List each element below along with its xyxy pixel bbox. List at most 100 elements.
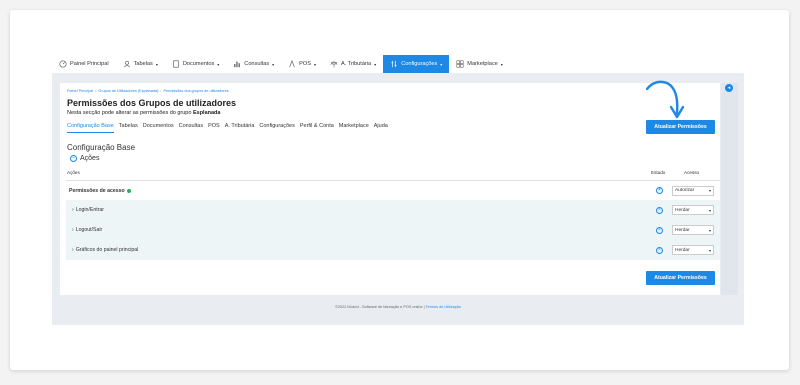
- settings-icon: [390, 60, 398, 68]
- curved-arrow-icon: [645, 80, 685, 119]
- subtitle-group: Esplanada: [192, 110, 221, 116]
- nav-painel-principal[interactable]: Painel Principal: [52, 55, 116, 73]
- bullet-icon: ›: [72, 247, 74, 253]
- chevron-down-icon: ▾: [314, 61, 317, 67]
- access-select[interactable]: Herdar ▾: [672, 205, 714, 215]
- state-icon[interactable]: ×: [656, 206, 663, 214]
- footer-text: ©2022 Moloni - Software de faturação e P…: [335, 305, 423, 309]
- grid-icon: [456, 60, 464, 68]
- table-row: › Logout/Sair × Herdar ▾: [66, 220, 720, 240]
- tab-configuracoes[interactable]: Configurações: [259, 123, 294, 133]
- chevron-down-icon: ▾: [217, 61, 220, 67]
- nav-label: Painel Principal: [70, 61, 109, 67]
- state-icon[interactable]: ×: [656, 246, 663, 254]
- bar-chart-icon: [233, 60, 241, 68]
- access-select[interactable]: Herdar ▾: [672, 245, 714, 255]
- terms-link[interactable]: Termos de Utilização: [426, 305, 461, 309]
- table-row: › Login/Entrar × Herdar ▾: [66, 200, 720, 220]
- page-title: Permissões dos Grupos de utilizadores: [67, 98, 237, 108]
- breadcrumb-item[interactable]: Painel Principal: [67, 89, 93, 93]
- column-header-acesso: Acesso: [684, 170, 700, 175]
- row-label: › Login/Entrar: [72, 207, 104, 213]
- nav-label: POS: [299, 61, 311, 67]
- document-icon: [172, 60, 180, 68]
- row-label: › Logout/Sair: [72, 227, 102, 233]
- access-select[interactable]: Autorizar ▾: [672, 185, 714, 196]
- chevron-down-icon: ▾: [272, 61, 275, 67]
- collapse-icon: −: [70, 155, 77, 162]
- chevron-down-icon: ▾: [500, 61, 503, 67]
- access-select-value: Herdar: [675, 207, 690, 213]
- chevron-down-icon: ▾: [155, 61, 158, 67]
- chevron-down-icon: ▾: [708, 188, 711, 193]
- scale-icon: [330, 60, 338, 68]
- column-header-estado: Estado: [651, 170, 666, 175]
- row-label-text: Gráficos do painel principal: [75, 247, 139, 253]
- top-navbar: Painel Principal Tabelas ▾ Documentos ▾ …: [52, 55, 744, 73]
- access-select[interactable]: Herdar ▾: [672, 225, 714, 235]
- access-select-value: Herdar: [675, 227, 690, 233]
- chevron-down-icon: ▾: [708, 247, 711, 253]
- table-row: › Gráficos do painel principal × Herdar …: [66, 240, 720, 260]
- side-strip: [721, 83, 738, 295]
- pos-icon: [288, 60, 296, 68]
- footer: ©2022 Moloni - Software de faturação e P…: [52, 305, 744, 309]
- tab-perfil-conta[interactable]: Perfil & Conta: [300, 123, 334, 133]
- tab-pos[interactable]: POS: [208, 123, 220, 133]
- row-label: Permissões de acesso: [69, 188, 131, 194]
- section-title: Configuração Base: [67, 143, 136, 152]
- column-header-acoes: Ações: [67, 170, 80, 175]
- row-label-text: Logout/Sair: [75, 227, 103, 233]
- tab-marketplace[interactable]: Marketplace: [339, 123, 369, 133]
- permission-tabs: Configuração Base Tabelas Documentos Con…: [67, 123, 388, 133]
- check-icon: [126, 188, 131, 193]
- breadcrumb-separator: /: [95, 89, 97, 93]
- nav-a-tributaria[interactable]: A. Tributária ▾: [323, 55, 383, 73]
- breadcrumb-item: Permissões dos grupos de utilizadores: [163, 89, 229, 93]
- nav-label: A. Tributária: [341, 61, 372, 67]
- chevron-down-icon: ▾: [708, 227, 711, 233]
- breadcrumb: Painel Principal / Grupos de Utilizadores …: [67, 89, 229, 93]
- breadcrumb-separator: /: [160, 89, 162, 93]
- state-icon[interactable]: ×: [656, 226, 663, 234]
- tab-tabelas[interactable]: Tabelas: [119, 123, 138, 133]
- breadcrumb-item[interactable]: Grupos de Utilizadores (Esplanada): [98, 89, 158, 93]
- nav-consultas[interactable]: Consultas ▾: [226, 55, 281, 73]
- row-label-text: Permissões de acesso: [69, 187, 125, 194]
- help-icon[interactable]: ◂: [725, 84, 733, 92]
- dashboard-icon: [59, 60, 67, 68]
- bullet-icon: ›: [72, 227, 74, 233]
- update-permissions-button-top[interactable]: Atualizar Permissões: [646, 120, 715, 134]
- nav-label: Tabelas: [133, 61, 153, 67]
- nav-label: Marketplace: [467, 61, 498, 67]
- chevron-down-icon: ▾: [440, 61, 443, 67]
- nav-label: Configurações: [401, 61, 438, 67]
- tab-consultas[interactable]: Consultas: [179, 123, 203, 133]
- chevron-down-icon: ▾: [374, 61, 377, 67]
- update-permissions-button-bottom[interactable]: Atualizar Permissões: [646, 271, 715, 285]
- subtitle-text: Nesta secção pode alterar as permissões …: [67, 110, 192, 116]
- tab-a-tributaria[interactable]: A. Tributária: [225, 123, 255, 133]
- nav-marketplace[interactable]: Marketplace ▾: [449, 55, 509, 73]
- tab-documentos[interactable]: Documentos: [143, 123, 174, 133]
- nav-documentos[interactable]: Documentos ▾: [165, 55, 226, 73]
- table-row: Permissões de acesso × Autorizar ▾: [66, 180, 720, 200]
- row-label: › Gráficos do painel principal: [72, 247, 138, 253]
- nav-configuracoes[interactable]: Configurações ▾: [383, 55, 450, 73]
- chevron-down-icon: ▾: [708, 207, 711, 213]
- access-select-value: Autorizar: [675, 188, 695, 193]
- nav-label: Documentos: [182, 61, 215, 67]
- tab-configuracao-base[interactable]: Configuração Base: [67, 123, 114, 133]
- nav-tabelas[interactable]: Tabelas ▾: [116, 55, 165, 73]
- state-icon[interactable]: ×: [656, 187, 663, 194]
- users-icon: [123, 60, 131, 68]
- nav-label: Consultas: [244, 61, 270, 67]
- bullet-icon: ›: [72, 207, 74, 213]
- access-select-value: Herdar: [675, 247, 690, 253]
- nav-pos[interactable]: POS ▾: [281, 55, 323, 73]
- acoes-toggle[interactable]: − Ações: [70, 155, 99, 162]
- page-subtitle: Nesta secção pode alterar as permissões …: [67, 110, 220, 116]
- acoes-toggle-label: Ações: [80, 155, 100, 162]
- tab-ajuda[interactable]: Ajuda: [374, 123, 388, 133]
- row-label-text: Login/Entrar: [75, 207, 104, 213]
